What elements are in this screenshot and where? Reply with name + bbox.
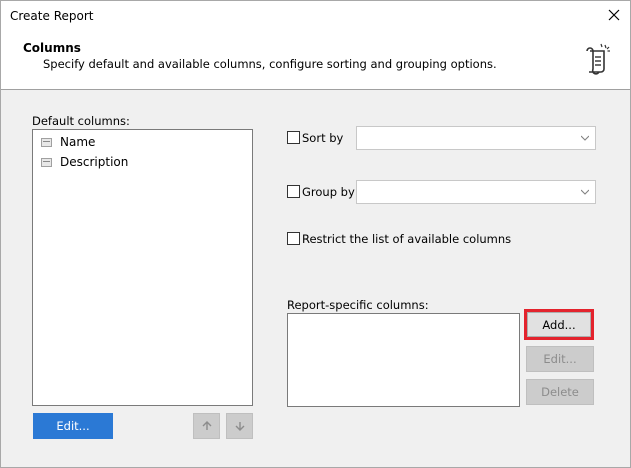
chevron-down-icon (581, 189, 589, 195)
group-by-select[interactable] (356, 180, 596, 204)
list-item-label: Name (60, 135, 96, 149)
report-scroll-icon (586, 43, 610, 75)
close-icon[interactable] (606, 7, 622, 23)
group-by-label: Group by (302, 185, 355, 199)
sort-by-checkbox[interactable] (287, 131, 300, 144)
group-by-checkbox[interactable] (287, 185, 300, 198)
delete-report-column-button[interactable]: Delete (526, 379, 594, 405)
column-icon (41, 137, 52, 147)
restrict-columns-checkbox[interactable] (287, 232, 300, 245)
report-specific-columns-list[interactable] (287, 313, 520, 407)
list-item[interactable]: Description (41, 153, 128, 171)
arrow-down-icon (235, 422, 244, 431)
restrict-columns-label: Restrict the list of available columns (302, 232, 512, 246)
report-specific-columns-label: Report-specific columns: (287, 298, 429, 312)
chevron-down-icon (581, 135, 589, 141)
page-header: Columns Specify default and available co… (1, 31, 630, 90)
move-up-button[interactable] (193, 413, 220, 439)
edit-report-column-label: Edit... (543, 352, 577, 366)
window-title: Create Report (10, 9, 94, 23)
sort-by-select[interactable] (356, 126, 596, 150)
edit-report-column-button[interactable]: Edit... (526, 346, 594, 372)
list-item[interactable]: Name (41, 133, 95, 151)
edit-default-columns-label: Edit... (56, 419, 90, 433)
delete-report-column-label: Delete (541, 385, 579, 399)
column-icon (41, 157, 52, 167)
page-title: Columns (23, 41, 81, 55)
title-bar: Create Report (1, 1, 630, 31)
sort-by-label: Sort by (302, 131, 344, 145)
highlight-box (524, 309, 594, 340)
arrow-up-icon (202, 421, 211, 430)
edit-default-columns-button[interactable]: Edit... (33, 413, 113, 439)
list-item-label: Description (60, 155, 129, 169)
move-down-button[interactable] (226, 413, 253, 439)
default-columns-label: Default columns: (32, 114, 130, 128)
default-columns-list[interactable]: Name Description (32, 129, 253, 406)
page-subtitle: Specify default and available columns, c… (43, 57, 497, 71)
